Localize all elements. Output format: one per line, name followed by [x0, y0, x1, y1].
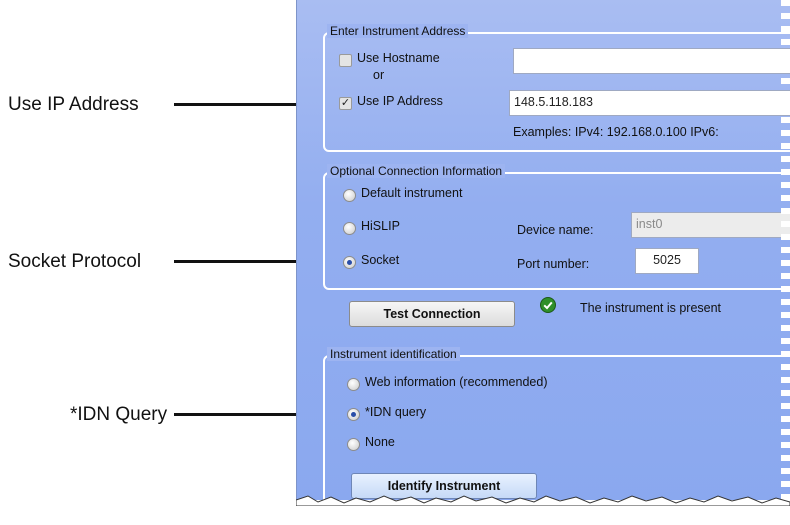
port-number-input[interactable]: 5025	[635, 248, 699, 274]
ip-address-input[interactable]: 148.5.118.183	[509, 90, 790, 116]
connection-status-text: The instrument is present	[580, 301, 722, 315]
instrument-identification-legend: Instrument identification	[327, 347, 460, 361]
address-group: Enter Instrument Address Use Hostname or…	[323, 24, 790, 152]
instrument-identification-group: Instrument identification Web informatio…	[323, 347, 790, 512]
device-name-input[interactable]: inst0	[631, 212, 790, 238]
socket-radio[interactable]	[343, 256, 356, 269]
web-information-label: Web information (recommended)	[365, 375, 548, 389]
address-examples: Examples: IPv4: 192.168.0.100 IPv6:	[513, 125, 719, 139]
torn-edge-right	[781, 0, 790, 512]
socket-label: Socket	[361, 253, 400, 267]
address-group-legend: Enter Instrument Address	[327, 24, 469, 38]
optional-connection-group: Optional Connection Information Default …	[323, 164, 790, 290]
use-hostname-checkbox[interactable]	[339, 54, 352, 67]
callout-idn-query: *IDN Query	[70, 404, 168, 425]
optional-connection-legend: Optional Connection Information	[327, 164, 506, 178]
hostname-input[interactable]	[513, 48, 790, 74]
connection-dialog: Enter Instrument Address Use Hostname or…	[296, 0, 790, 512]
port-number-label: Port number:	[517, 257, 590, 271]
use-ip-address-checkbox[interactable]: ✓	[339, 97, 352, 110]
use-ip-address-label: Use IP Address	[357, 94, 443, 108]
callout-socket-protocol: Socket Protocol	[8, 251, 142, 272]
idn-query-radio[interactable]	[347, 408, 360, 421]
hislip-label: HiSLIP	[361, 219, 400, 233]
idn-query-label: *IDN query	[365, 405, 427, 419]
torn-edge-bottom	[296, 495, 790, 525]
device-name-label: Device name:	[517, 223, 594, 237]
web-information-radio[interactable]	[347, 378, 360, 391]
default-instrument-label: Default instrument	[361, 186, 463, 200]
callout-use-ip-address: Use IP Address	[8, 94, 139, 115]
default-instrument-radio[interactable]	[343, 189, 356, 202]
hislip-radio[interactable]	[343, 222, 356, 235]
torn-edge-bottom-shape	[296, 495, 790, 506]
or-label: or	[373, 68, 385, 82]
none-label: None	[365, 435, 395, 449]
green-check-icon	[540, 297, 556, 313]
use-hostname-label: Use Hostname	[357, 51, 440, 65]
test-connection-button[interactable]: Test Connection	[349, 301, 515, 327]
none-radio[interactable]	[347, 438, 360, 451]
